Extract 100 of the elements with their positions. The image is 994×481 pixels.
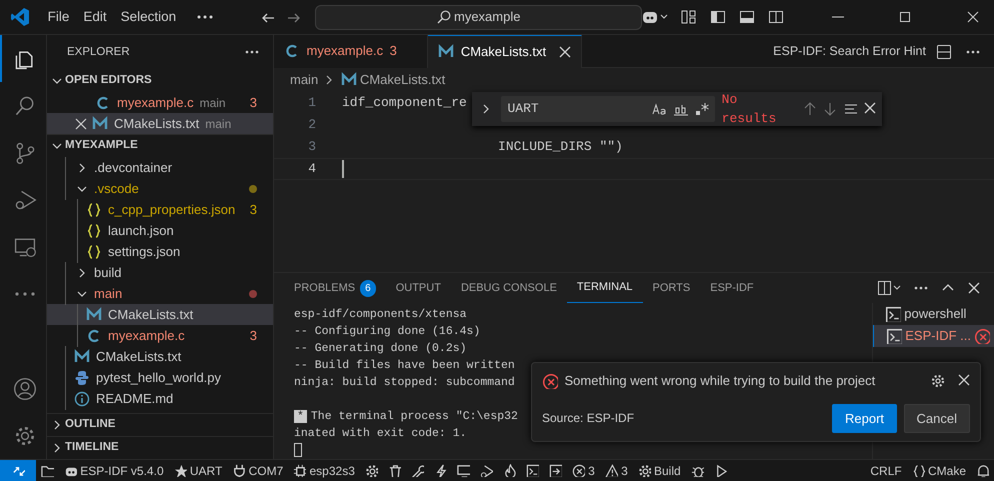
status-item[interactable]: 3 (600, 460, 633, 481)
code-line: idf_component_re (342, 94, 467, 112)
account-icon (12, 376, 36, 400)
notification-button[interactable]: Report (832, 404, 898, 433)
file-name[interactable]: myexample.c (117, 92, 194, 112)
problem-count: 3 (250, 326, 258, 345)
down-arrow-icon (823, 102, 837, 116)
file-name[interactable]: myexample.c (108, 326, 185, 346)
status-item[interactable]: CMake (906, 460, 971, 481)
more-icon[interactable] (197, 15, 214, 20)
flame-icon (502, 464, 516, 477)
close-icon (966, 10, 980, 24)
notification-button[interactable]: Cancel (904, 404, 970, 433)
panel-tab[interactable]: PROBLEMS 6 (284, 273, 386, 303)
line-number: 1 (307, 94, 317, 112)
more-icon[interactable] (914, 286, 928, 290)
panel-tab[interactable]: TERMINAL (566, 273, 643, 303)
m-file-icon (438, 44, 454, 60)
close-icon (864, 102, 876, 114)
notification-source: Source: ESP-IDF (542, 410, 634, 428)
error-icon (542, 372, 558, 389)
more-icon[interactable] (245, 50, 259, 54)
problem-count: 3 (250, 94, 258, 112)
line-number: 3 (307, 138, 317, 156)
panel-tab[interactable]: DEBUG CONSOLE (450, 273, 567, 303)
file-name[interactable]: README.md (96, 388, 174, 408)
find-selection-icon (844, 102, 858, 116)
notification-message: Something went wrong while trying to build the project (564, 372, 876, 390)
panel-tab[interactable]: PORTS (642, 273, 700, 303)
bug-icon (690, 464, 704, 477)
gear-icon (638, 464, 651, 477)
folder-name[interactable]: build (94, 262, 122, 282)
monitor-icon (456, 464, 470, 477)
split-editor-icon (936, 44, 952, 60)
braces-icon (912, 464, 925, 477)
wrench-icon (410, 464, 424, 477)
menu-item[interactable]: Selection (114, 6, 184, 28)
terminal-line: -- Generating done (0.2s) (294, 342, 467, 355)
close-icon (958, 374, 970, 386)
panel-tab[interactable]: ESP-IDF (700, 273, 764, 303)
terminal-item[interactable]: ESP-IDF ... (873, 325, 994, 347)
m-file-icon (340, 72, 357, 88)
maximize-icon (898, 10, 912, 24)
debug-icon (480, 464, 493, 477)
status-item[interactable]: 3 (566, 460, 600, 481)
breadcrumb[interactable]: main (290, 70, 318, 90)
file-name[interactable]: CMakeLists.txt (96, 346, 182, 366)
status-item[interactable]: CRLF (865, 460, 907, 481)
panel-tab[interactable]: OUTPUT (386, 273, 451, 303)
section-header[interactable]: OUTLINE (65, 416, 116, 434)
menu-item[interactable]: Edit (76, 6, 114, 28)
more-icon[interactable] (14, 292, 34, 296)
whole-word-icon (672, 102, 689, 116)
trash-icon (388, 464, 401, 477)
section-header[interactable]: TIMELINE (65, 439, 119, 457)
section-header[interactable]: MYEXAMPLE (65, 137, 138, 155)
file-name[interactable]: c_cpp_properties.json (108, 200, 236, 220)
python-icon (74, 370, 90, 386)
menu-item[interactable]: File (40, 6, 76, 28)
error-hint-link[interactable]: ESP-IDF: Search Error Hint (773, 42, 926, 60)
braces-icon (86, 202, 102, 218)
file-name[interactable]: settings.json (108, 242, 180, 262)
folder-name[interactable]: .devcontainer (94, 158, 172, 178)
find-field[interactable]: UART (500, 96, 716, 122)
up-arrow-icon (802, 102, 816, 116)
command-marker: * (294, 410, 307, 423)
section-header[interactable]: OPEN EDITORS (65, 72, 152, 90)
close-icon (558, 46, 571, 58)
braces-icon (86, 244, 102, 260)
sidebar-title: EXPLORER (67, 44, 130, 60)
status-dot-icon (249, 185, 257, 194)
folder-icon (41, 464, 54, 477)
file-name[interactable]: pytest_hello_world.py (96, 368, 222, 388)
file-name[interactable]: launch.json (108, 220, 174, 240)
status-item[interactable]: Build (632, 460, 686, 481)
lightning-icon (434, 464, 447, 477)
m-file-icon (74, 348, 90, 364)
folder-name[interactable]: .vscode (94, 178, 139, 198)
folder-name[interactable]: main (94, 284, 122, 304)
close-icon (968, 282, 980, 294)
forward-arrow-icon (287, 10, 302, 25)
code-line: INCLUDE_DIRS "") (497, 138, 623, 156)
chip-icon (293, 464, 306, 477)
remote-arrows-icon (12, 464, 24, 477)
breadcrumb[interactable]: CMakeLists.txt (360, 70, 446, 90)
problem-count: 3 (250, 200, 258, 219)
editor-tab[interactable]: myexample.c 3 (274, 34, 428, 68)
status-item[interactable]: esp32s3 (288, 460, 360, 481)
terminal-item[interactable]: powershell (873, 303, 994, 325)
file-name[interactable]: CMakeLists.txt (114, 114, 200, 134)
command-search-field[interactable]: myexample (315, 4, 642, 30)
terminal-line: inated with exit code: 1. (294, 427, 467, 440)
more-icon[interactable] (966, 50, 980, 54)
c-file-icon (95, 94, 111, 110)
toggle-panel-icon (739, 9, 755, 25)
editor-tab[interactable]: CMakeLists.txt (428, 34, 582, 68)
status-item[interactable]: COM7 (227, 460, 288, 481)
bell-icon (976, 464, 989, 477)
status-item[interactable]: UART (168, 460, 228, 481)
status-item[interactable]: ESP-IDF v5.4.0 (59, 460, 169, 481)
